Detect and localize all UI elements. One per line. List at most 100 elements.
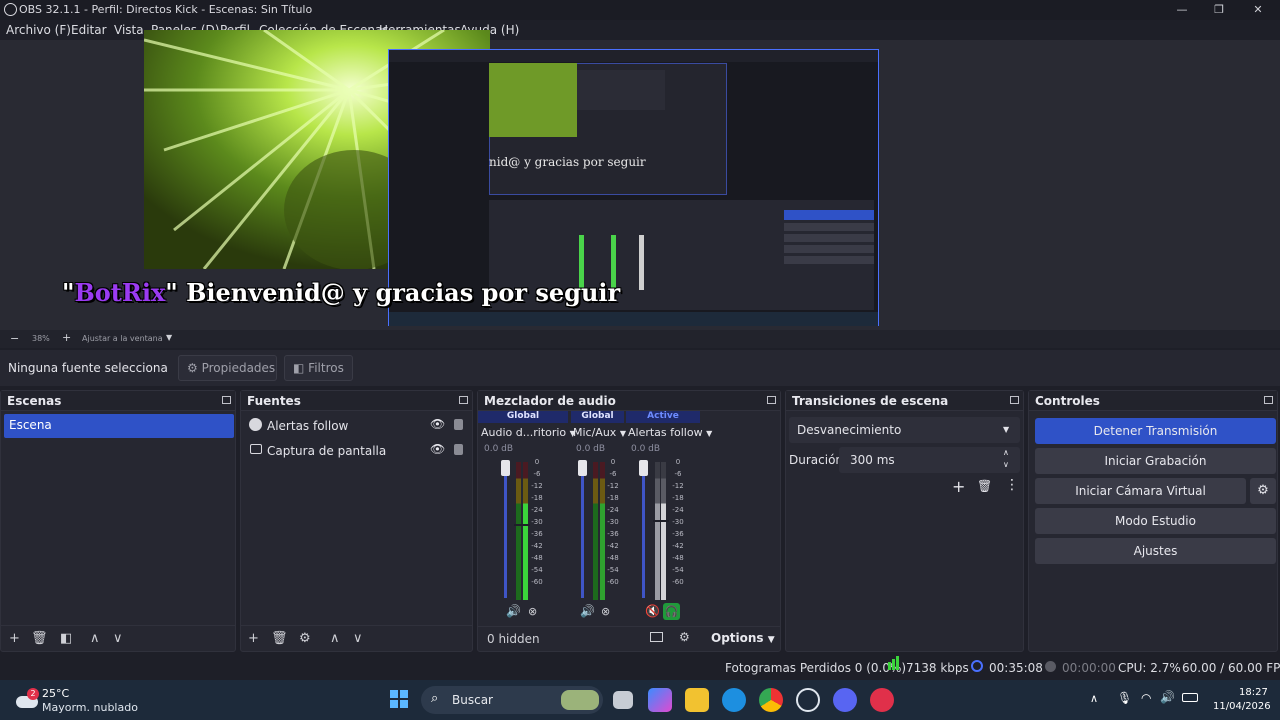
minimize-button[interactable]: — — [1162, 0, 1202, 20]
edge-icon[interactable] — [722, 688, 746, 712]
audio-level-meter — [600, 462, 605, 600]
monitor-off-icon[interactable]: ⊗ — [528, 605, 537, 618]
start-virtual-camera-button[interactable]: Iniciar Cámara Virtual — [1035, 478, 1246, 504]
chrome-icon[interactable] — [759, 688, 783, 712]
menu-editar[interactable]: Editar — [71, 23, 107, 37]
undock-icon[interactable] — [1264, 396, 1273, 404]
app-icon[interactable] — [870, 688, 894, 712]
close-button[interactable]: ✕ — [1238, 0, 1278, 20]
discord-icon[interactable] — [833, 688, 857, 712]
trash-icon[interactable]: 🗑 — [271, 631, 288, 646]
up-arrow-icon[interactable]: ∧ — [330, 631, 340, 646]
taskbar-search[interactable]: ⌕ Buscar — [421, 686, 603, 714]
weather-widget[interactable]: 2 — [16, 688, 39, 710]
down-arrow-icon[interactable]: ∨ — [353, 631, 363, 646]
headphones-icon[interactable]: 🎧 — [663, 603, 680, 620]
properties-button[interactable]: ⚙ Propiedades — [178, 355, 277, 381]
transition-select[interactable]: Desvanecimiento ▼ — [789, 417, 1020, 443]
file-explorer-icon[interactable] — [685, 688, 709, 712]
add-icon[interactable]: + — [9, 631, 20, 646]
battery-icon[interactable] — [1182, 693, 1198, 702]
streaming-icon — [971, 660, 983, 672]
overlay-brand: BotRix — [74, 278, 166, 307]
chevron-down-icon[interactable]: ∨ — [1003, 460, 1009, 469]
preview-canvas[interactable]: nid@ y gracias por seguir "BotRix" Bienv… — [0, 30, 1280, 330]
speaker-muted-icon[interactable]: 🔇 — [645, 604, 660, 618]
chevron-up-icon[interactable]: ∧ — [1090, 692, 1098, 705]
audio-level-meter — [655, 462, 660, 600]
monitor-off-icon[interactable]: ⊗ — [601, 605, 610, 618]
studio-mode-button[interactable]: Modo Estudio — [1035, 508, 1276, 534]
source-item[interactable]: Alertas follow 👁 — [244, 415, 470, 437]
undock-icon[interactable] — [767, 396, 776, 404]
trash-icon[interactable]: 🗑 — [31, 631, 48, 646]
speaker-icon[interactable]: 🔊 — [506, 604, 521, 618]
scene-item[interactable]: Escena — [4, 414, 234, 438]
undock-icon[interactable] — [1010, 396, 1019, 404]
controls-header: Controles — [1029, 391, 1277, 411]
channel-name-dropdown[interactable]: Alertas follow ▼ — [628, 426, 712, 439]
speaker-icon[interactable]: 🔊 — [580, 604, 595, 618]
eye-icon[interactable]: 👁 — [430, 417, 445, 431]
windows-taskbar: 2 25°C Mayorm. nublado ⌕ Buscar ∧ 🎙 ◠ 🔊 … — [0, 680, 1280, 720]
zoom-dropdown-icon[interactable]: ▼ — [166, 333, 172, 342]
menu-vista[interactable]: Vista — [114, 23, 144, 37]
source-item[interactable]: Captura de pantalla 👁 — [244, 440, 470, 462]
task-view-icon[interactable] — [613, 691, 633, 709]
filters-label: Filtros — [308, 361, 344, 375]
volume-icon[interactable]: 🔊 — [1160, 690, 1175, 704]
down-arrow-icon[interactable]: ∨ — [113, 631, 123, 646]
undock-icon[interactable] — [222, 396, 231, 404]
maximize-button[interactable]: ❐ — [1199, 0, 1239, 20]
menu-archivo[interactable]: Archivo (F) — [6, 23, 71, 37]
zoom-in-button[interactable]: + — [62, 331, 71, 344]
volume-slider-handle[interactable] — [501, 460, 510, 476]
add-icon[interactable]: + — [952, 477, 965, 496]
filters-button[interactable]: ◧ Filtros — [284, 355, 353, 381]
microphone-icon[interactable]: 🎙 — [1117, 691, 1132, 705]
channel-name-dropdown[interactable]: Mic/Aux ▼ — [573, 426, 626, 439]
more-options-icon[interactable]: ⋮ — [1005, 477, 1019, 493]
audio-level-meter — [523, 462, 528, 600]
chevron-up-icon[interactable]: ∧ — [1003, 448, 1009, 457]
settings-button[interactable]: Ajustes — [1035, 538, 1276, 564]
obs-taskbar-icon[interactable] — [796, 688, 820, 712]
copilot-icon[interactable] — [648, 688, 672, 712]
stop-streaming-button[interactable]: Detener Transmisión — [1035, 418, 1276, 444]
fit-window-option[interactable]: Ajustar a la ventana — [82, 334, 163, 343]
add-icon[interactable]: + — [248, 631, 259, 646]
advanced-audio-icon[interactable]: ⚙ — [679, 630, 690, 644]
search-placeholder: Buscar — [452, 693, 493, 707]
windows-start-icon[interactable] — [390, 690, 408, 708]
volume-slider-track[interactable] — [504, 470, 507, 598]
lock-icon[interactable] — [454, 444, 463, 455]
undock-icon[interactable] — [459, 396, 468, 404]
trash-icon[interactable]: 🗑 — [977, 479, 992, 493]
volume-slider-handle[interactable] — [639, 460, 648, 476]
channel-name-dropdown[interactable]: Audio d...ritorio ▼ — [481, 426, 576, 439]
sources-dock: Fuentes Alertas follow 👁 Captura de pant… — [240, 390, 473, 652]
duration-spinbox[interactable]: 300 ms ∧ ∨ — [839, 447, 1020, 473]
alert-overlay-text: "BotRix" Bienvenid@ y gracias por seguir — [62, 278, 620, 307]
up-arrow-icon[interactable]: ∧ — [90, 631, 100, 646]
eye-icon[interactable]: 👁 — [430, 442, 445, 456]
gear-icon[interactable]: ⚙ — [299, 631, 311, 646]
db-scale: 0 -6 -12 -18 -24 -30 -36 -42 -48 -54 -60 — [672, 458, 684, 586]
volume-slider-track[interactable] — [642, 470, 645, 598]
clock-date[interactable]: 11/04/2026 — [1213, 701, 1271, 712]
zoom-out-button[interactable]: − — [10, 332, 19, 345]
volume-slider-track[interactable] — [581, 470, 584, 598]
start-recording-button[interactable]: Iniciar Grabación — [1035, 448, 1276, 474]
layout-icon[interactable] — [650, 632, 663, 642]
channel-db: 0.0 dB — [576, 444, 606, 454]
no-source-label: Ninguna fuente selecciona — [8, 361, 168, 375]
volume-slider-handle[interactable] — [578, 460, 587, 476]
options-button[interactable]: Options ▼ — [711, 631, 775, 645]
gear-icon[interactable]: ⚙ — [1250, 478, 1276, 504]
lock-icon[interactable] — [454, 419, 463, 430]
filter-icon[interactable]: ◧ — [60, 631, 72, 646]
wifi-icon[interactable]: ◠ — [1141, 691, 1151, 705]
clock-time[interactable]: 18:27 — [1239, 687, 1268, 698]
scenes-header: Escenas — [1, 391, 235, 411]
channel-tag: Global — [478, 411, 568, 423]
